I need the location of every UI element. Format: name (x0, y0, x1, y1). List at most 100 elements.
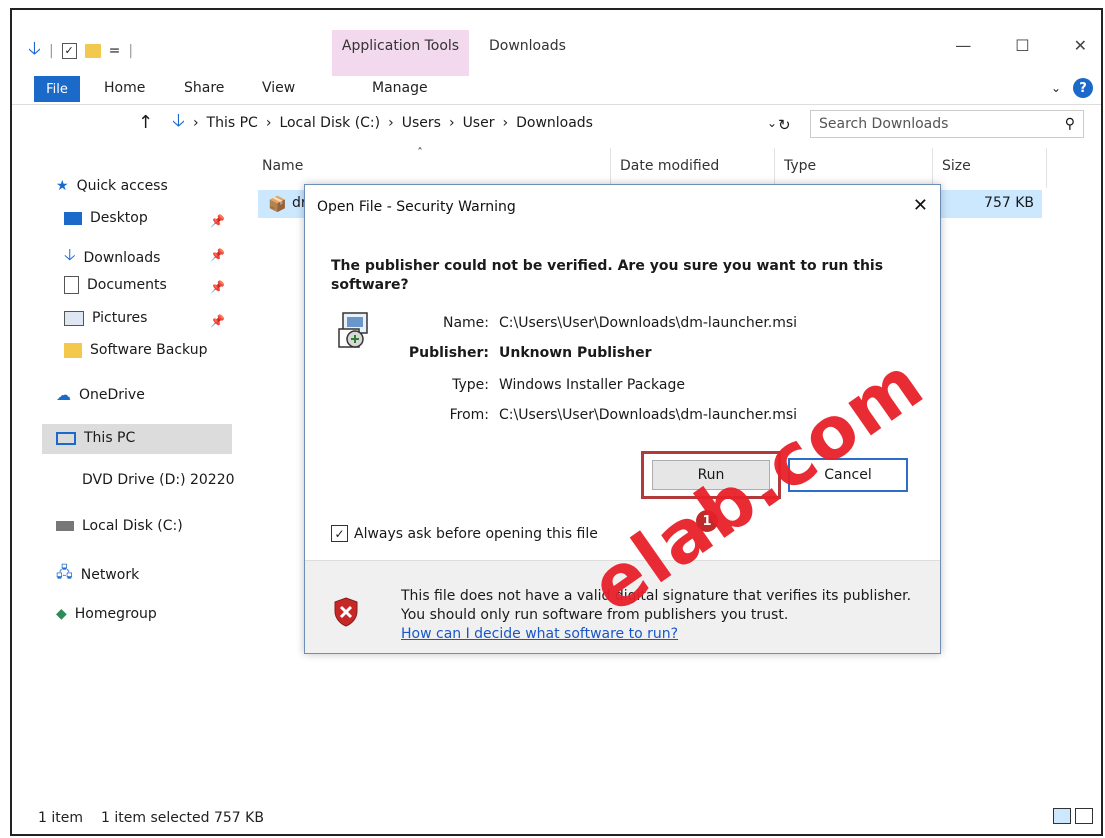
network-icon: 🖧 (56, 563, 73, 581)
nav-local-disk[interactable]: Local Disk (C:) (56, 518, 183, 534)
qat-dropdown-icon[interactable]: = (109, 43, 121, 59)
nav-label: Software Backup (90, 342, 208, 358)
from-key: From: (449, 407, 489, 423)
nav-dvd-drive[interactable]: DVD Drive (D:) 20220 (82, 472, 235, 488)
view-toggles (1053, 808, 1093, 824)
nav-software-backup[interactable]: Software Backup (64, 342, 207, 358)
status-bar: 1 item 1 item selected 757 KB (38, 810, 264, 826)
nav-label: Local Disk (C:) (82, 518, 183, 534)
nav-label: This PC (84, 430, 136, 446)
pin-icon[interactable]: 📌 (210, 214, 225, 228)
run-button[interactable]: Run (652, 460, 770, 490)
column-size[interactable]: Size (942, 158, 971, 174)
dialog-title: Open File - Security Warning (317, 199, 516, 215)
qat-separator: | (48, 43, 54, 59)
sort-ascending-icon: ˆ (417, 146, 423, 160)
search-icon: ⚲ (1064, 116, 1075, 132)
item-count: 1 item (38, 810, 83, 826)
type-value: Windows Installer Package (499, 377, 685, 393)
pin-icon[interactable]: 📌 (210, 248, 225, 262)
refresh-icon[interactable]: ↻ (778, 116, 791, 134)
quick-access-toolbar: 🡣 | ✓ = | (28, 36, 133, 66)
file-size: 757 KB (984, 195, 1034, 211)
down-arrow-icon[interactable]: 🡣 (28, 36, 41, 66)
address-bar[interactable]: 🡣 › This PC › Local Disk (C:) › Users › … (172, 110, 777, 136)
nav-desktop[interactable]: Desktop (64, 210, 148, 226)
nav-quick-access[interactable]: ★ Quick access (56, 178, 168, 194)
name-value: C:\Users\User\Downloads\dm-launcher.msi (499, 315, 798, 331)
nav-label: Pictures (92, 310, 148, 326)
nav-documents[interactable]: Documents (64, 276, 167, 294)
close-icon[interactable]: ✕ (913, 195, 928, 216)
details-view-icon[interactable] (1053, 808, 1071, 824)
breadcrumb-users[interactable]: Users (402, 115, 441, 131)
maximize-icon[interactable]: ☐ (1015, 36, 1029, 55)
folder-icon[interactable] (84, 44, 101, 58)
window-controls: — ☐ ✕ (955, 36, 1087, 55)
breadcrumb-user[interactable]: User (463, 115, 495, 131)
nav-label: DVD Drive (D:) 20220 (82, 472, 235, 488)
column-divider (610, 148, 611, 188)
column-date[interactable]: Date modified (620, 158, 719, 174)
properties-icon[interactable]: ✓ (61, 43, 77, 59)
download-location-icon: 🡣 (172, 110, 185, 131)
cancel-button[interactable]: Cancel (788, 458, 908, 492)
help-link[interactable]: How can I decide what software to run? (401, 625, 921, 644)
pin-icon[interactable]: 📌 (210, 314, 225, 328)
pin-icon[interactable]: 📌 (210, 280, 225, 294)
name-key: Name: (442, 315, 489, 331)
context-tab-group: Application Tools (332, 30, 469, 76)
footer-message: This file does not have a valid digital … (401, 587, 921, 644)
ribbon-right: ⌄ ? (1051, 78, 1093, 98)
cloud-icon: ☁ (56, 386, 71, 404)
expand-ribbon-icon[interactable]: ⌄ (1051, 81, 1061, 95)
tab-home[interactable]: Home (104, 80, 145, 96)
checkbox-checked-icon[interactable]: ✓ (331, 525, 348, 542)
application-tools-label: Application Tools (341, 38, 460, 54)
desktop-icon (64, 211, 82, 225)
nav-label: Network (80, 566, 140, 583)
tab-share[interactable]: Share (184, 80, 224, 96)
selection-info: 1 item selected 757 KB (101, 810, 264, 826)
footer-text: This file does not have a valid digital … (401, 588, 912, 623)
nav-downloads[interactable]: 🡣 Downloads (64, 244, 160, 271)
installer-icon: 📦 (268, 195, 287, 213)
column-name[interactable]: Name (262, 158, 303, 174)
minimize-icon[interactable]: — (955, 36, 971, 55)
tab-view[interactable]: View (262, 80, 295, 96)
computer-icon (56, 431, 76, 445)
ribbon-tabs: File Home Share View Manage ⌄ ? (12, 76, 1101, 105)
column-divider (1046, 148, 1047, 188)
qat-separator: | (128, 43, 134, 59)
help-icon[interactable]: ? (1073, 78, 1093, 98)
nav-network[interactable]: 🖧 Network (56, 562, 139, 587)
tab-file[interactable]: File (34, 76, 80, 102)
column-type[interactable]: Type (784, 158, 816, 174)
breadcrumb-local-disk[interactable]: Local Disk (C:) (279, 115, 380, 131)
nav-pictures[interactable]: Pictures (64, 310, 147, 326)
close-icon[interactable]: ✕ (1074, 36, 1087, 55)
search-placeholder: Search Downloads (819, 116, 949, 132)
breadcrumb-downloads[interactable]: Downloads (516, 115, 593, 131)
address-row: ↑ 🡣 › This PC › Local Disk (C:) › Users … (12, 106, 1101, 142)
column-headers: Name ˆ Date modified Type Size (262, 146, 1101, 186)
nav-this-pc[interactable]: This PC (56, 430, 135, 446)
search-input[interactable]: Search Downloads ⚲ (810, 110, 1084, 138)
dialog-footer: This file does not have a valid digital … (305, 561, 940, 653)
explorer-window: 🡣 | ✓ = | Application Tools Downloads — … (10, 8, 1103, 836)
nav-onedrive[interactable]: ☁ OneDrive (56, 386, 145, 404)
tab-manage[interactable]: Manage (372, 80, 428, 96)
checkbox-label: Always ask before opening this file (354, 525, 598, 542)
shield-error-icon (333, 597, 359, 631)
publisher-value: Unknown Publisher (499, 345, 652, 361)
nav-homegroup[interactable]: ◆ Homegroup (56, 606, 157, 622)
up-arrow-icon[interactable]: ↑ (138, 112, 153, 133)
documents-icon (64, 276, 79, 294)
type-key: Type: (452, 377, 489, 393)
large-icons-view-icon[interactable] (1075, 808, 1093, 824)
address-dropdown-icon[interactable]: ⌄ (767, 116, 777, 130)
step-badge: 1 (696, 510, 718, 532)
window-title: Downloads (489, 38, 566, 54)
breadcrumb-this-pc[interactable]: This PC (207, 115, 258, 131)
always-ask-checkbox-row[interactable]: ✓ Always ask before opening this file (331, 525, 598, 542)
